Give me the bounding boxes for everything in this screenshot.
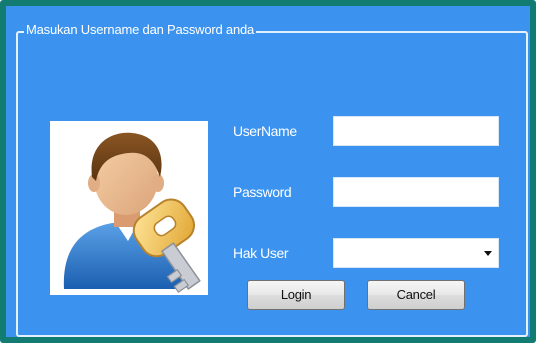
hak-user-select[interactable] <box>333 238 499 268</box>
groupbox-title: Masukan Username dan Password anda <box>24 22 257 38</box>
login-button[interactable]: Login <box>247 280 345 310</box>
user-key-icon <box>63 132 201 294</box>
username-label: UserName <box>233 123 297 139</box>
password-label: Password <box>233 184 292 200</box>
username-input[interactable] <box>333 116 499 146</box>
chevron-down-icon[interactable] <box>484 251 492 256</box>
login-window: Masukan Username dan Password anda UserN… <box>0 0 536 343</box>
login-panel: Masukan Username dan Password anda UserN… <box>6 6 530 337</box>
cancel-button[interactable]: Cancel <box>367 280 465 310</box>
password-input[interactable] <box>333 177 499 207</box>
hak-user-label: Hak User <box>233 245 289 261</box>
avatar-image <box>50 121 208 295</box>
